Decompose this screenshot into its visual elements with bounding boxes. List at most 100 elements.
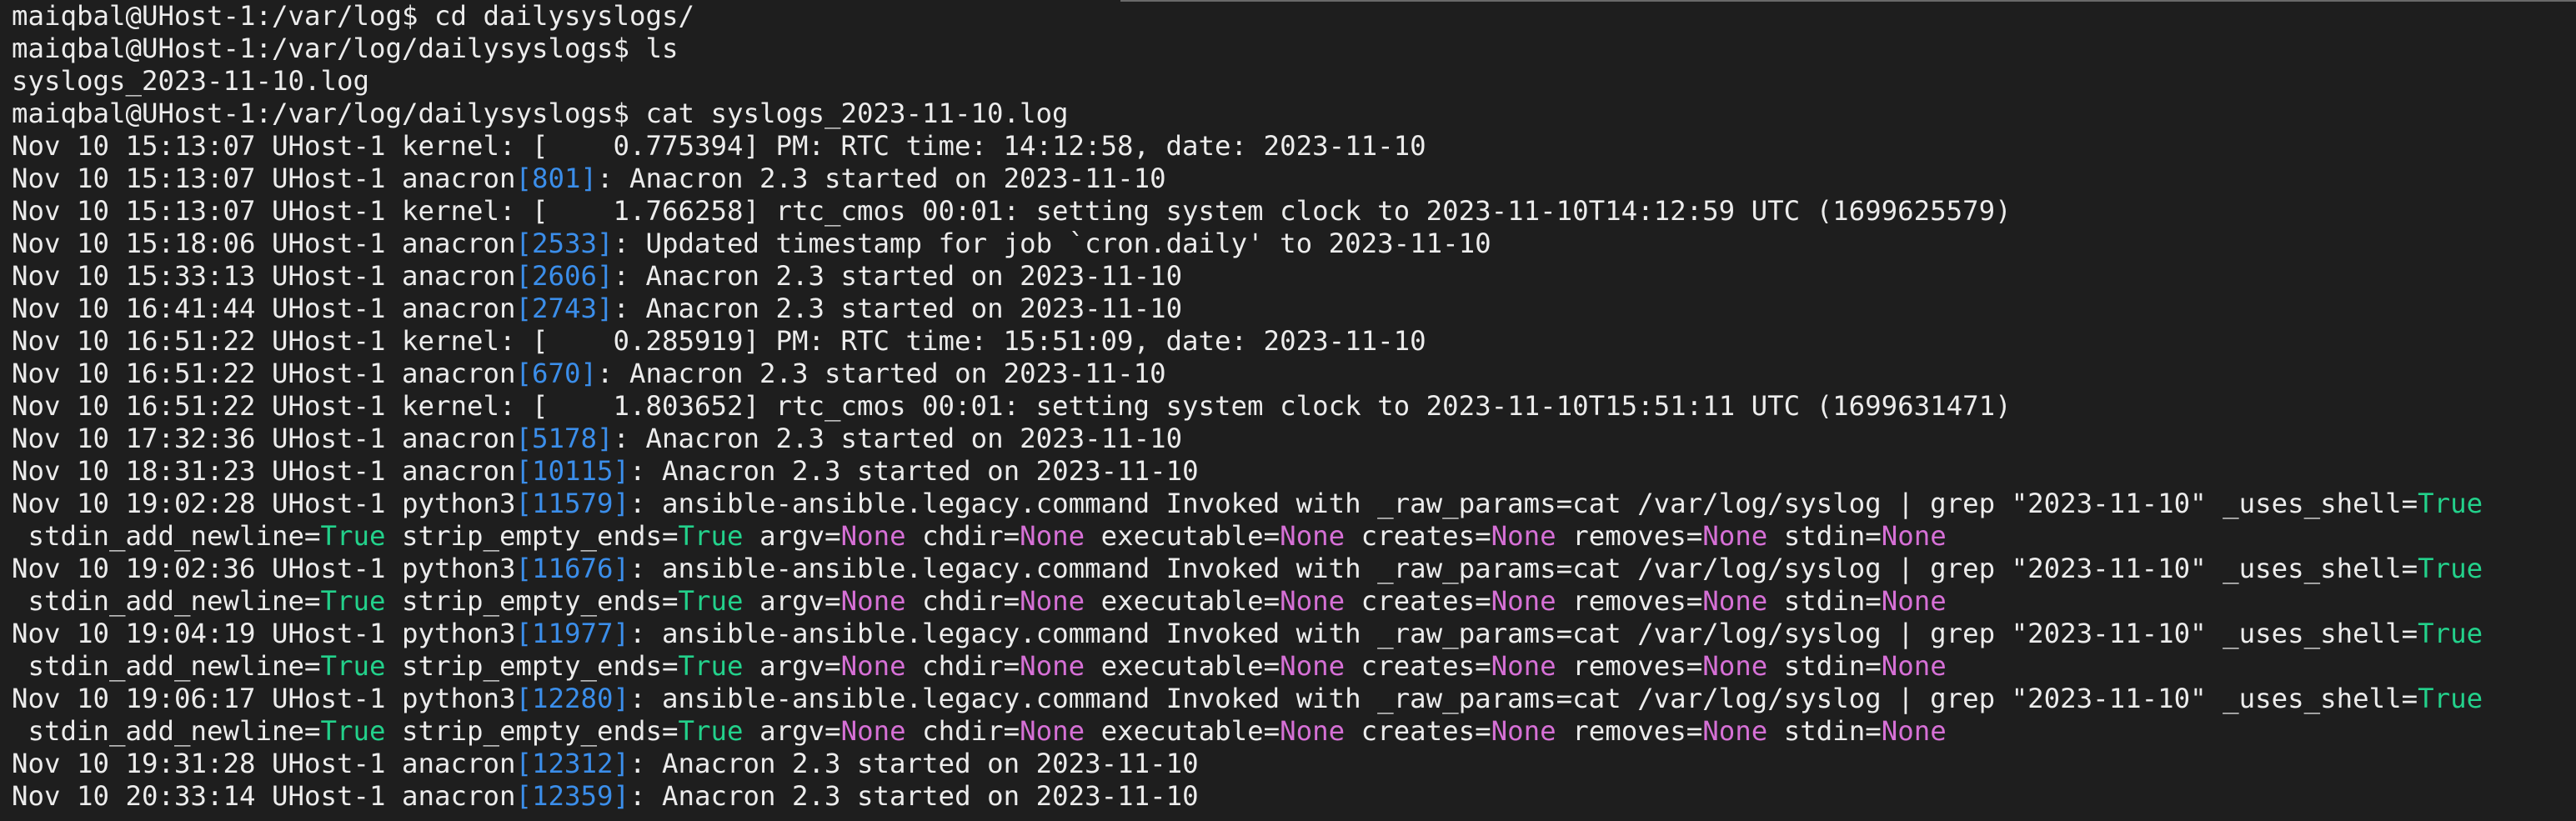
line-text: Nov 10 15:18:06 UHost-1 anacron	[12, 228, 516, 259]
line-text: chdir=	[905, 650, 1020, 682]
none-value: None	[1881, 520, 1947, 552]
terminal-output[interactable]: maiqbal@UHost-1:/var/log$ cd dailysyslog…	[12, 0, 2571, 813]
line-text: Nov 10 16:51:22 UHost-1 kernel: [ 0.2859…	[12, 325, 1426, 357]
line-text: removes=	[1556, 520, 1703, 552]
process-id: [12280]	[515, 683, 630, 714]
terminal-line: Nov 10 17:32:36 UHost-1 anacron[5178]: A…	[12, 423, 2571, 455]
true-value: True	[2418, 618, 2483, 649]
terminal-line: Nov 10 19:02:36 UHost-1 python3[11676]: …	[12, 553, 2571, 585]
line-text: stdin=	[1767, 520, 1882, 552]
terminal-line: maiqbal@UHost-1:/var/log/dailysyslogs$ c…	[12, 98, 2571, 130]
line-text: removes=	[1556, 650, 1703, 682]
line-text: strip_empty_ends=	[385, 715, 679, 747]
line-text: creates=	[1345, 650, 1491, 682]
process-id: [12359]	[515, 780, 630, 812]
none-value: None	[1280, 520, 1346, 552]
none-value: None	[1702, 715, 1768, 747]
true-value: True	[678, 715, 744, 747]
line-text: Nov 10 19:04:19 UHost-1 python3	[12, 618, 516, 649]
none-value: None	[1020, 585, 1085, 617]
terminal-line: Nov 10 19:06:17 UHost-1 python3[12280]: …	[12, 683, 2571, 715]
line-text: Nov 10 15:13:07 UHost-1 anacron	[12, 163, 516, 194]
line-text: syslogs_2023-11-10.log	[12, 65, 370, 97]
line-text: : ansible-ansible.legacy.command Invoked…	[629, 618, 2418, 649]
terminal-line: stdin_add_newline=True strip_empty_ends=…	[12, 650, 2571, 683]
line-text: creates=	[1345, 715, 1491, 747]
true-value: True	[320, 650, 386, 682]
terminal-line: Nov 10 19:31:28 UHost-1 anacron[12312]: …	[12, 748, 2571, 780]
line-text: Nov 10 15:13:07 UHost-1 kernel: [ 0.7753…	[12, 130, 1426, 162]
line-text: argv=	[743, 585, 841, 617]
line-text: Nov 10 19:02:36 UHost-1 python3	[12, 553, 516, 584]
terminal-line: stdin_add_newline=True strip_empty_ends=…	[12, 585, 2571, 618]
line-text: removes=	[1556, 715, 1703, 747]
line-text: removes=	[1556, 585, 1703, 617]
none-value: None	[1702, 650, 1768, 682]
line-text: argv=	[743, 715, 841, 747]
line-text: Nov 10 16:41:44 UHost-1 anacron	[12, 293, 516, 324]
process-id: [670]	[515, 358, 598, 389]
line-text: executable=	[1085, 520, 1280, 552]
line-text: : ansible-ansible.legacy.command Invoked…	[629, 553, 2418, 584]
line-text: strip_empty_ends=	[385, 650, 679, 682]
line-text: : Anacron 2.3 started on 2023-11-10	[613, 423, 1183, 454]
terminal-line: Nov 10 15:13:07 UHost-1 kernel: [ 1.7662…	[12, 195, 2571, 228]
terminal-line: Nov 10 18:31:23 UHost-1 anacron[10115]: …	[12, 455, 2571, 488]
none-value: None	[840, 650, 906, 682]
process-id: [2743]	[515, 293, 614, 324]
terminal-line: Nov 10 15:18:06 UHost-1 anacron[2533]: U…	[12, 228, 2571, 260]
process-id: [5178]	[515, 423, 614, 454]
line-text: maiqbal@UHost-1:/var/log/dailysyslogs$ c…	[12, 98, 1069, 129]
terminal-line: maiqbal@UHost-1:/var/log$ cd dailysyslog…	[12, 0, 2571, 33]
line-text: chdir=	[905, 520, 1020, 552]
process-id: [801]	[515, 163, 598, 194]
process-id: [2533]	[515, 228, 614, 259]
none-value: None	[840, 585, 906, 617]
line-text: Nov 10 15:13:07 UHost-1 kernel: [ 1.7662…	[12, 195, 2012, 227]
none-value: None	[1491, 650, 1556, 682]
terminal-line: Nov 10 15:33:13 UHost-1 anacron[2606]: A…	[12, 260, 2571, 293]
process-id: [11676]	[515, 553, 630, 584]
line-text: Nov 10 17:32:36 UHost-1 anacron	[12, 423, 516, 454]
line-text: maiqbal@UHost-1:/var/log/dailysyslogs$ l…	[12, 33, 679, 64]
line-text: stdin_add_newline=	[12, 650, 321, 682]
true-value: True	[2418, 553, 2483, 584]
none-value: None	[840, 715, 906, 747]
true-value: True	[678, 650, 744, 682]
process-id: [2606]	[515, 260, 614, 292]
line-text: : Anacron 2.3 started on 2023-11-10	[613, 293, 1183, 324]
line-text: : Anacron 2.3 started on 2023-11-10	[613, 260, 1183, 292]
terminal-line: Nov 10 15:13:07 UHost-1 anacron[801]: An…	[12, 163, 2571, 195]
line-text: Nov 10 19:02:28 UHost-1 python3	[12, 488, 516, 519]
line-text: Nov 10 19:31:28 UHost-1 anacron	[12, 748, 516, 779]
line-text: stdin=	[1767, 585, 1882, 617]
process-id: [11977]	[515, 618, 630, 649]
line-text: Nov 10 16:51:22 UHost-1 kernel: [ 1.8036…	[12, 390, 2012, 422]
line-text: chdir=	[905, 715, 1020, 747]
line-text: Nov 10 19:06:17 UHost-1 python3	[12, 683, 516, 714]
line-text: Nov 10 18:31:23 UHost-1 anacron	[12, 455, 516, 487]
process-id: [11579]	[515, 488, 630, 519]
true-value: True	[320, 715, 386, 747]
line-text: : Anacron 2.3 started on 2023-11-10	[597, 358, 1166, 389]
none-value: None	[1280, 715, 1346, 747]
none-value: None	[1881, 715, 1947, 747]
line-text: creates=	[1345, 585, 1491, 617]
line-text: stdin_add_newline=	[12, 715, 321, 747]
none-value: None	[1702, 585, 1768, 617]
line-text: stdin_add_newline=	[12, 585, 321, 617]
line-text: : ansible-ansible.legacy.command Invoked…	[629, 683, 2418, 714]
process-id: [10115]	[515, 455, 630, 487]
line-text: argv=	[743, 650, 841, 682]
none-value: None	[1020, 520, 1085, 552]
true-value: True	[2418, 488, 2483, 519]
line-text: executable=	[1085, 585, 1280, 617]
terminal-window[interactable]: maiqbal@UHost-1:/var/log$ cd dailysyslog…	[0, 0, 2576, 821]
true-value: True	[678, 520, 744, 552]
true-value: True	[678, 585, 744, 617]
line-text: strip_empty_ends=	[385, 520, 679, 552]
terminal-line: maiqbal@UHost-1:/var/log/dailysyslogs$ l…	[12, 33, 2571, 65]
none-value: None	[1491, 520, 1556, 552]
terminal-line: stdin_add_newline=True strip_empty_ends=…	[12, 520, 2571, 553]
line-text: stdin=	[1767, 715, 1882, 747]
